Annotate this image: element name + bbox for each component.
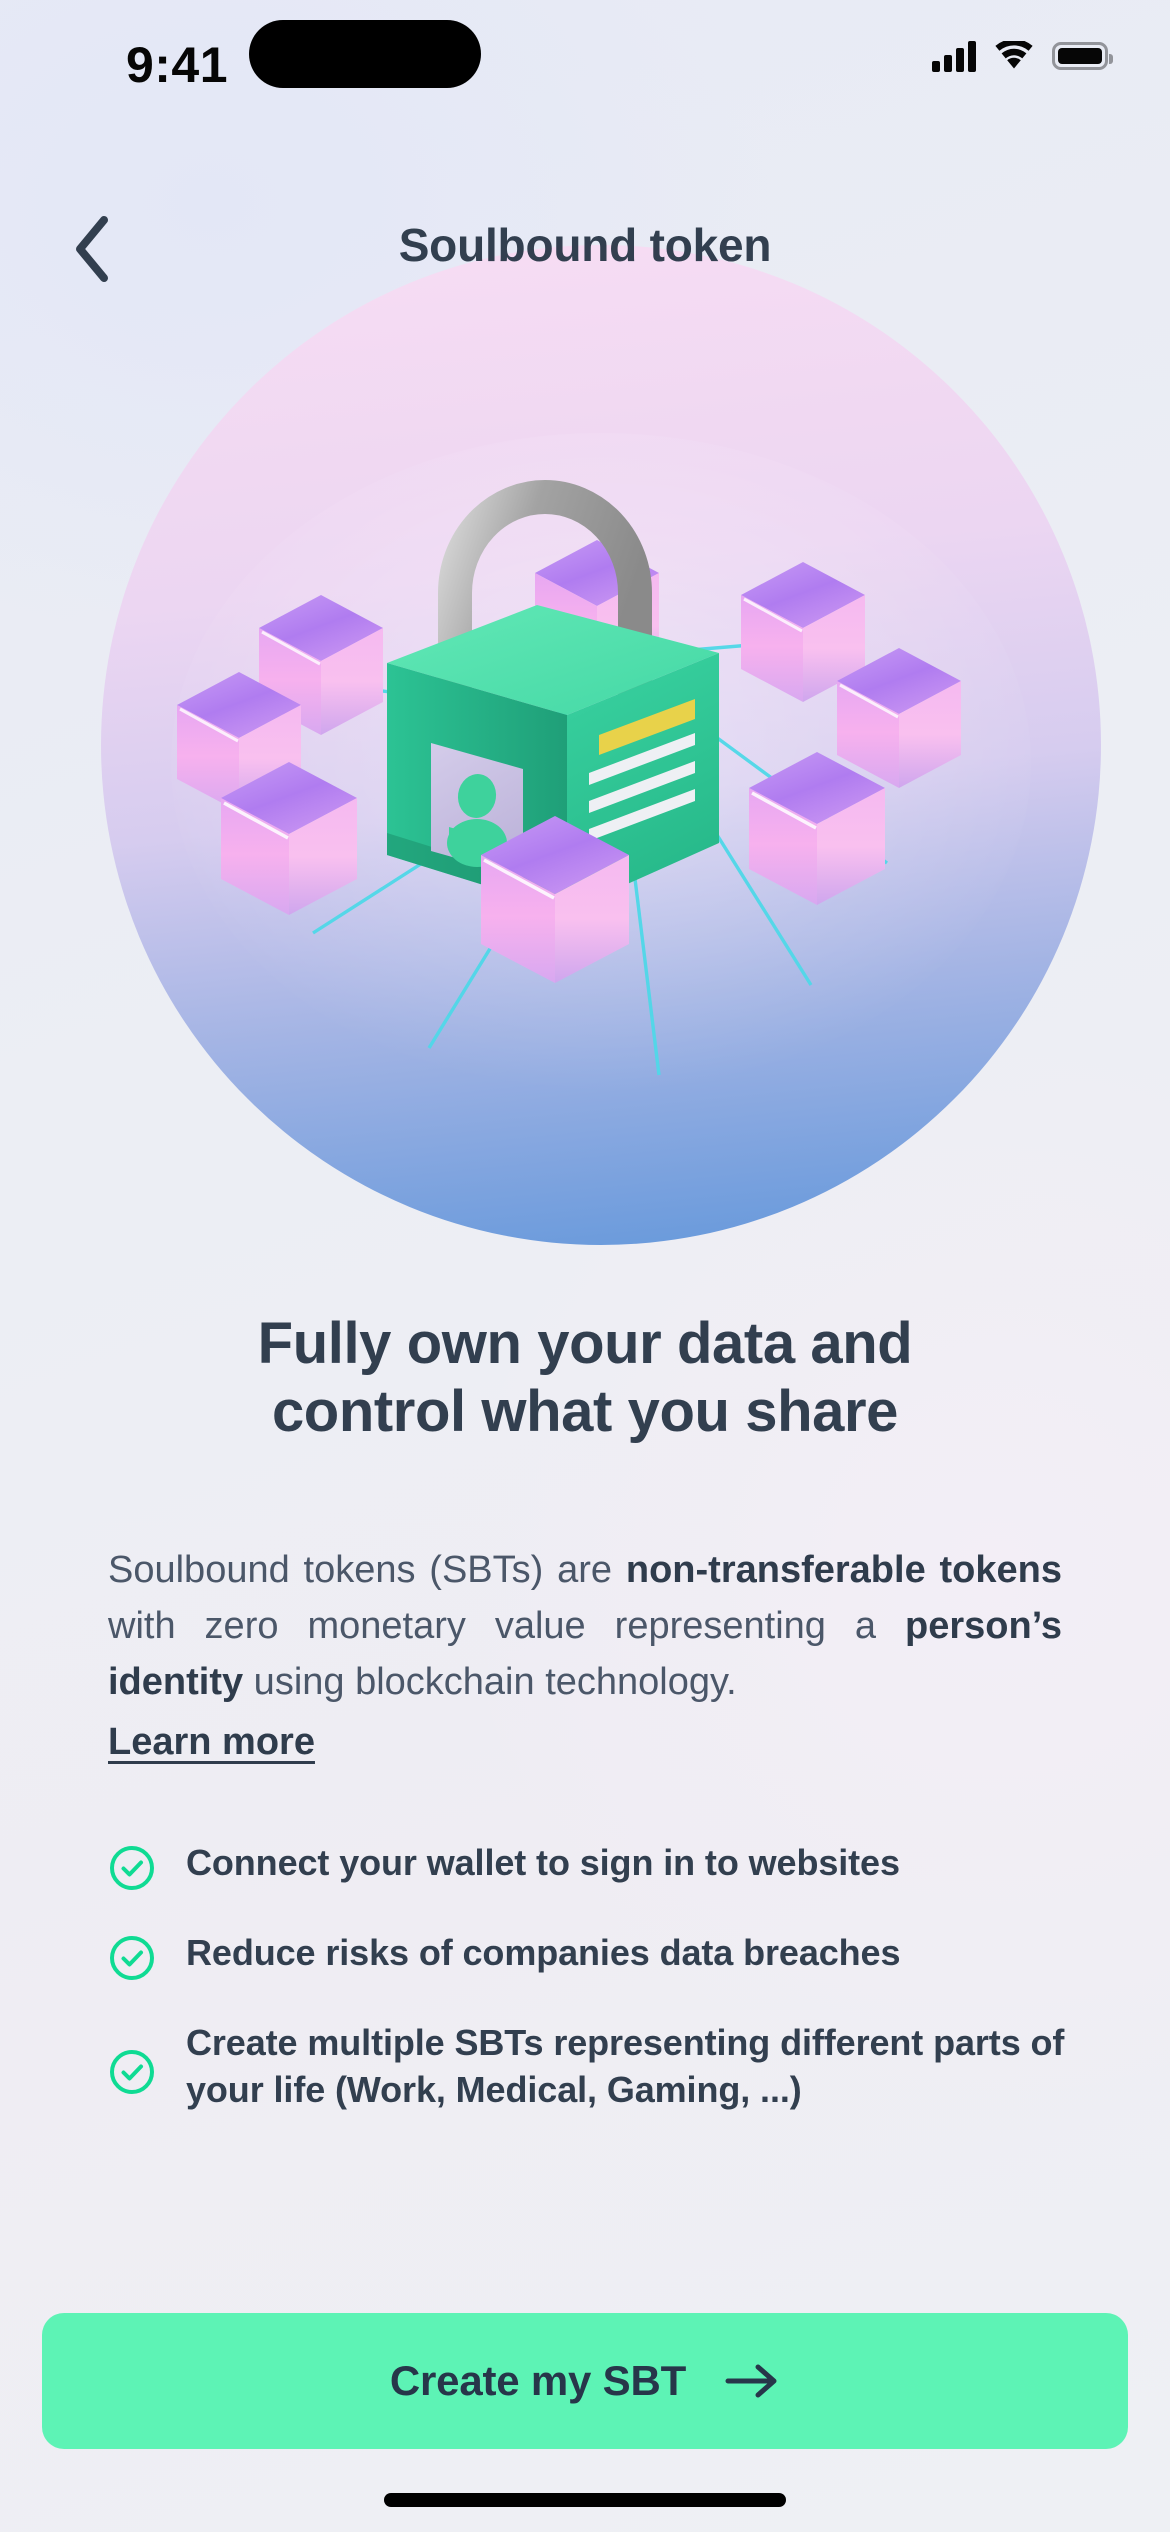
circle-check-icon: [108, 1934, 156, 1982]
status-bar-time: 9:41: [125, 37, 229, 93]
app-screen: 9:41 Soulbound token Fully own your data…: [0, 0, 1170, 2532]
circle-check-icon: [108, 1844, 156, 1892]
dynamic-island: [249, 20, 481, 88]
soulbound-token-3d-illustration: [99, 243, 1104, 1248]
arrow-right-icon: [724, 2361, 780, 2401]
feature-label: Reduce risks of companies data breaches: [186, 1932, 901, 1973]
home-indicator[interactable]: [384, 2493, 786, 2507]
description-part-3: using blockchain technology.: [243, 1660, 737, 1703]
cellular-signal-icon: [932, 40, 976, 72]
status-bar: 9:41: [0, 0, 1170, 140]
learn-more-link[interactable]: Learn more: [108, 1715, 315, 1771]
feature-label: Create multiple SBTs representing differ…: [186, 2022, 1065, 2110]
page-title: Soulbound token: [398, 219, 772, 271]
description-paragraph: Soulbound tokens (SBTs) are non-transfer…: [108, 1543, 1062, 1770]
feature-list: Connect your wallet to sign in to websit…: [108, 1840, 1068, 2114]
create-sbt-button[interactable]: Create my SBT: [42, 2313, 1128, 2449]
list-item: Connect your wallet to sign in to websit…: [108, 1840, 1068, 1892]
battery-full-icon: [1052, 42, 1113, 70]
hero-illustration: [99, 243, 1104, 1248]
description-bold-1: non-transferable tokens: [625, 1549, 1062, 1591]
list-item: Reduce risks of companies data breaches: [108, 1930, 1068, 1982]
description-part-1: Soulbound tokens (SBTs) are: [108, 1549, 626, 1591]
circle-check-icon: [108, 2048, 156, 2096]
wifi-icon: [994, 41, 1034, 71]
description-part-2: with zero monetary value representing a: [108, 1604, 906, 1647]
navigation-bar: Soulbound token: [0, 195, 1170, 305]
create-sbt-label: Create my SBT: [389, 2357, 687, 2404]
list-item: Create multiple SBTs representing differ…: [108, 2020, 1068, 2114]
status-bar-icons: [932, 36, 1113, 76]
feature-label: Connect your wallet to sign in to websit…: [186, 1842, 900, 1883]
headline-line-2: control what you share: [271, 1378, 899, 1444]
headline: Fully own your data and control what you…: [85, 1310, 1085, 1446]
headline-line-1: Fully own your data and: [257, 1311, 913, 1376]
